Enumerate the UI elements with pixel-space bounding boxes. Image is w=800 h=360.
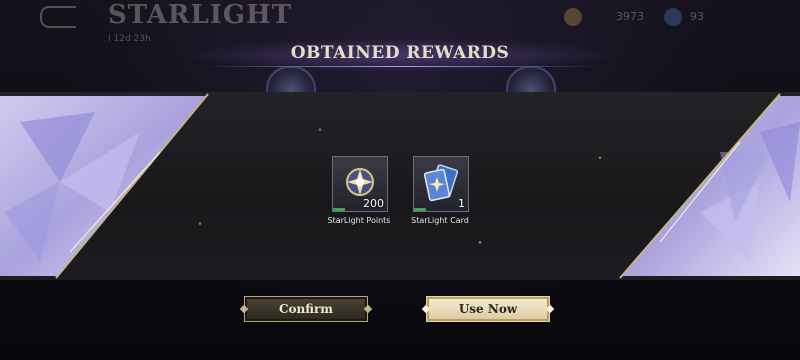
confirm-button[interactable]: Confirm: [239, 296, 373, 322]
owned-indicator: [333, 208, 345, 211]
crystal-wings: [0, 93, 800, 279]
reward-count: 1: [458, 197, 465, 210]
reward-slot-starlight-card[interactable]: 1: [413, 156, 469, 212]
reward-label: StarLight Points: [327, 216, 391, 225]
right-crystal-wing: [622, 96, 800, 276]
use-now-button[interactable]: Use Now: [421, 296, 555, 322]
gold-icon: [564, 8, 582, 26]
reward-count: 200: [363, 197, 384, 210]
back-arrow-icon: [40, 6, 76, 28]
resource-gold-count: 3973: [616, 10, 644, 23]
owned-indicator: [414, 208, 426, 211]
confirm-button-label: Confirm: [278, 302, 334, 316]
starlight-logo: STARLIGHT: [108, 0, 293, 30]
reward-slot-starlight-points[interactable]: 200: [332, 156, 388, 212]
use-now-button-label: Use Now: [458, 302, 518, 316]
resource-diamond-count: 93: [690, 10, 704, 23]
dialog-title: OBTAINED REWARDS: [290, 43, 510, 63]
diamond-icon: [664, 8, 682, 26]
reward-label: StarLight Card: [411, 216, 469, 225]
